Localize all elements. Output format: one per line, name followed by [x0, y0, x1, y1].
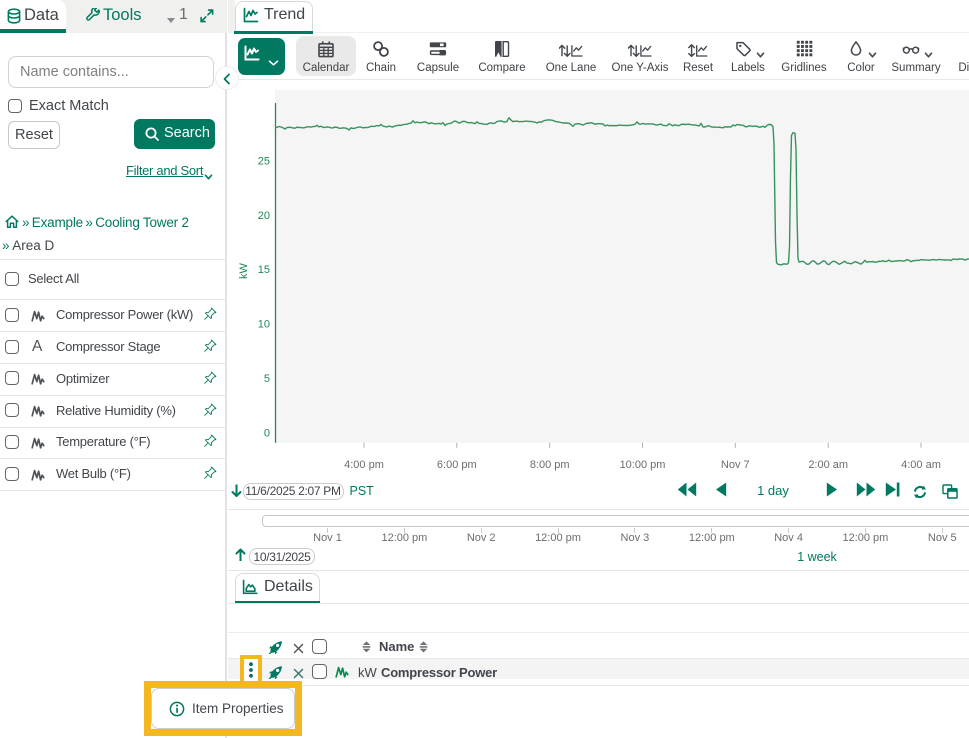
- svg-text:10:00 pm: 10:00 pm: [620, 459, 666, 471]
- svg-text:Nov 7: Nov 7: [721, 459, 750, 471]
- svg-text:20: 20: [258, 210, 270, 222]
- svg-text:15: 15: [258, 264, 270, 276]
- svg-text:6:00 pm: 6:00 pm: [437, 459, 477, 471]
- svg-text:0: 0: [264, 427, 270, 439]
- svg-text:8:00 pm: 8:00 pm: [530, 459, 570, 471]
- svg-text:5: 5: [264, 373, 270, 385]
- svg-text:4:00 pm: 4:00 pm: [344, 459, 384, 471]
- svg-text:kW: kW: [238, 262, 250, 279]
- svg-text:10: 10: [258, 319, 270, 331]
- svg-text:25: 25: [258, 155, 270, 167]
- svg-text:2:00 am: 2:00 am: [808, 459, 848, 471]
- svg-text:4:00 am: 4:00 am: [901, 459, 941, 471]
